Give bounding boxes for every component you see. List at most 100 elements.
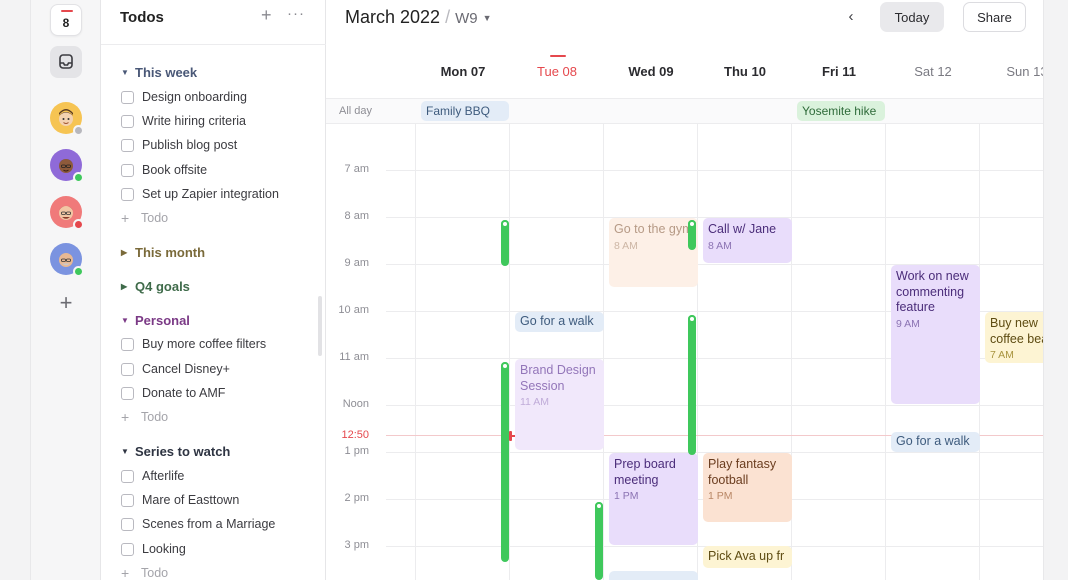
day-header-mon[interactable]: Mon 07	[416, 64, 510, 79]
event-partial-bottom[interactable]	[609, 571, 698, 580]
todo-checkbox[interactable]	[121, 187, 134, 201]
grid-column-line	[509, 124, 510, 580]
hour-label: 11 am	[339, 351, 369, 363]
chevron-down-icon: ▼	[121, 67, 129, 77]
add-todo-this-week[interactable]: + Todo	[121, 208, 168, 228]
todo-checkbox[interactable]	[121, 337, 134, 351]
add-todo-series[interactable]: + Todo	[121, 563, 168, 580]
all-day-event[interactable]: Yosemite hike	[797, 101, 885, 121]
event-brand-design-session[interactable]: Brand Design Session 11 AM	[515, 359, 604, 450]
event-go-for-a-walk[interactable]: Go for a walk	[891, 432, 980, 452]
group-personal[interactable]: ▼ Personal	[121, 310, 190, 330]
today-indicator	[550, 55, 566, 57]
group-q4-goals[interactable]: ▶ Q4 goals	[121, 276, 190, 296]
avatar-user-4[interactable]	[50, 243, 84, 277]
drag-handle[interactable]	[688, 220, 696, 228]
event-time: 1 PM	[708, 490, 733, 502]
todo-item[interactable]: Publish blog post	[121, 135, 237, 155]
event-play-fantasy-football[interactable]: Play fantasy football 1 PM	[703, 453, 792, 522]
drag-handle[interactable]	[501, 220, 509, 228]
add-plus-icon[interactable]: +	[50, 288, 82, 320]
todo-item[interactable]: Buy more coffee filters	[121, 334, 266, 354]
todo-label: Scenes from a Marriage	[142, 517, 276, 531]
todo-checkbox[interactable]	[121, 138, 134, 152]
day-header-sat[interactable]: Sat 12	[886, 64, 980, 79]
todo-label: Looking	[142, 542, 186, 556]
group-series-to-watch[interactable]: ▼ Series to watch	[121, 441, 230, 461]
todo-label: Set up Zapier integration	[142, 187, 279, 201]
hour-label: 3 pm	[344, 539, 369, 551]
todo-checkbox[interactable]	[121, 90, 134, 104]
avatar-user-2[interactable]	[50, 149, 84, 183]
avatar-user-1[interactable]	[50, 102, 84, 136]
avatar-user-3[interactable]	[50, 196, 84, 230]
todos-title: Todos	[120, 9, 164, 26]
event-call-w-jane[interactable]: Call w/ Jane 8 AM	[703, 218, 792, 263]
todo-checkbox[interactable]	[121, 114, 134, 128]
day-header-wed[interactable]: Wed 09	[604, 64, 698, 79]
drag-handle[interactable]	[501, 362, 509, 370]
event-go-to-the-gym[interactable]: Go to the gym 8 AM	[609, 218, 698, 287]
todo-item[interactable]: Write hiring criteria	[121, 111, 246, 131]
todo-item[interactable]: Scenes from a Marriage	[121, 514, 275, 534]
event-work-on-commenting-feature[interactable]: Work on new commenting feature 9 AM	[891, 265, 980, 404]
day-header-sun[interactable]: Sun 13	[980, 64, 1043, 79]
status-online-dot	[73, 266, 84, 277]
calendar-app-icon[interactable]: 8	[50, 4, 82, 36]
todo-checkbox[interactable]	[121, 493, 134, 507]
group-this-month[interactable]: ▶ This month	[121, 242, 205, 262]
todo-item[interactable]: Book offsite	[121, 160, 207, 180]
add-todo-label: Todo	[141, 566, 169, 580]
day-header-tue[interactable]: Tue 08	[510, 64, 604, 79]
todo-item[interactable]: Cancel Disney+	[121, 359, 230, 379]
day-header-fri[interactable]: Fri 11	[792, 64, 886, 79]
focus-block-bar[interactable]	[688, 220, 696, 250]
hour-label: 10 am	[338, 304, 369, 316]
today-button[interactable]: Today	[880, 2, 944, 32]
event-title: Play fantasy football	[708, 457, 777, 487]
share-button[interactable]: Share	[963, 2, 1026, 32]
focus-block-bar[interactable]	[595, 502, 603, 580]
event-prep-board-meeting[interactable]: Prep board meeting 1 PM	[609, 453, 698, 545]
calendar-title[interactable]: March 2022/W9 ▼	[345, 7, 492, 28]
todo-checkbox[interactable]	[121, 469, 134, 483]
plus-icon: +	[121, 565, 130, 580]
todo-item[interactable]: Afterlife	[121, 466, 184, 486]
chevron-right-icon: ▶	[121, 247, 128, 257]
todo-label: Design onboarding	[142, 90, 247, 104]
previous-week-button[interactable]: ‹	[840, 6, 862, 28]
inbox-icon[interactable]	[50, 46, 82, 78]
todo-item[interactable]: Donate to AMF	[121, 383, 225, 403]
event-title: Brand Design Session	[520, 363, 596, 393]
drag-handle[interactable]	[688, 315, 696, 323]
all-day-event[interactable]: Family BBQ	[421, 101, 509, 121]
event-pick-ava-up[interactable]: Pick Ava up fr	[703, 546, 792, 568]
group-this-week[interactable]: ▼ This week	[121, 62, 197, 82]
focus-block-bar[interactable]	[688, 315, 696, 455]
todo-item[interactable]: Design onboarding	[121, 87, 247, 107]
todo-checkbox[interactable]	[121, 163, 134, 177]
more-options-icon[interactable]: ···	[287, 5, 305, 22]
add-todo-button[interactable]: +	[261, 5, 272, 26]
focus-block-bar[interactable]	[501, 220, 509, 266]
todo-checkbox[interactable]	[121, 362, 134, 376]
add-todo-personal[interactable]: + Todo	[121, 407, 168, 427]
event-title: Go for a walk	[520, 314, 594, 328]
todo-item[interactable]: Set up Zapier integration	[121, 184, 279, 204]
todo-checkbox[interactable]	[121, 386, 134, 400]
event-go-for-a-walk[interactable]: Go for a walk	[515, 312, 604, 332]
todo-checkbox[interactable]	[121, 542, 134, 556]
todo-item[interactable]: Mare of Easttown	[121, 490, 239, 510]
todos-scrollbar[interactable]	[318, 296, 322, 356]
event-buy-new-coffee-beans[interactable]: Buy new coffee beans 7 AM	[985, 312, 1043, 363]
week-label: W9	[455, 10, 478, 27]
todo-checkbox[interactable]	[121, 517, 134, 531]
todos-panel: Todos + ··· ▼ This week Design onboardin…	[101, 0, 326, 580]
focus-block-bar[interactable]	[501, 362, 509, 562]
event-title: Work on new commenting feature	[896, 269, 969, 314]
day-header-thu[interactable]: Thu 10	[698, 64, 792, 79]
event-title: Go for a walk	[896, 434, 970, 448]
calendar-icon-bar	[61, 10, 73, 12]
todo-item[interactable]: Looking	[121, 539, 186, 559]
drag-handle[interactable]	[595, 502, 603, 510]
